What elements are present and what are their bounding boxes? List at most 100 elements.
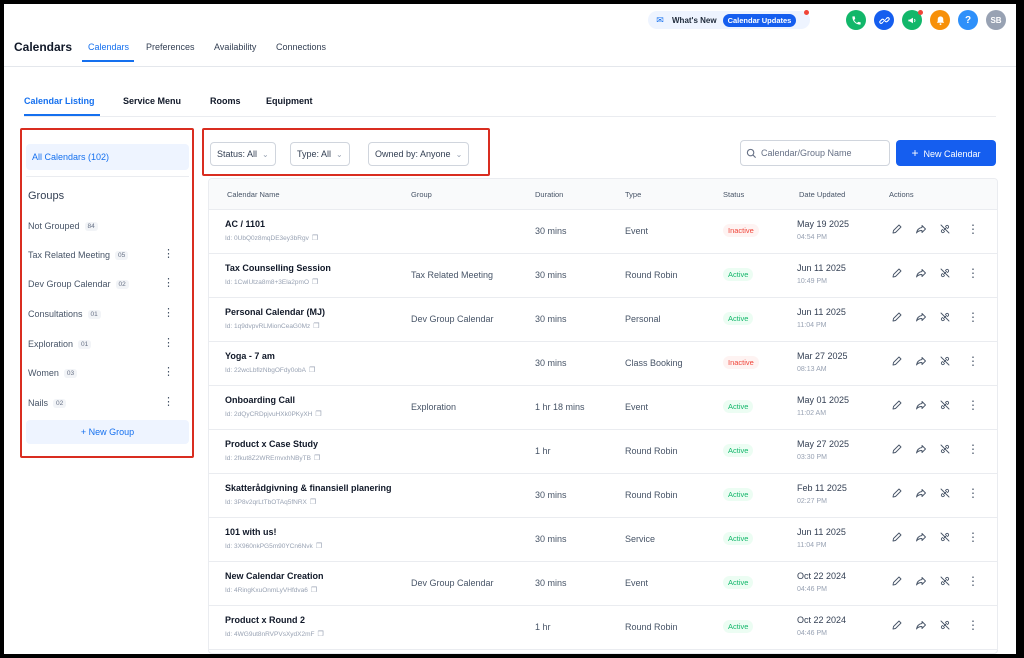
edit-icon[interactable] xyxy=(891,311,903,327)
calendar-name[interactable]: Skatterådgivning & finansiell planering xyxy=(225,483,392,493)
calendar-updates-pill[interactable]: Calendar Updates xyxy=(722,13,797,27)
unlink-icon[interactable] xyxy=(939,267,951,283)
group-item-nails[interactable]: Nails 02 ⋮ xyxy=(28,395,188,411)
owned-by-filter[interactable]: Owned by: Anyone ⌄ xyxy=(368,142,470,166)
unlink-icon[interactable] xyxy=(939,575,951,591)
calendar-name[interactable]: AC / 1101 xyxy=(225,219,265,229)
group-item-dev-group-calendar[interactable]: Dev Group Calendar 02 ⋮ xyxy=(28,276,188,292)
kebab-menu-icon[interactable]: ⋮ xyxy=(967,574,979,588)
table-row[interactable]: Product x Round 2 Id: 4WG9ut8nRVPVsXydX2m… xyxy=(209,605,997,650)
kebab-menu-icon[interactable]: ⋮ xyxy=(967,222,979,236)
kebab-menu-icon[interactable]: ⋮ xyxy=(163,337,174,349)
calendar-name[interactable]: 101 with us! xyxy=(225,527,277,537)
help-icon[interactable]: ? xyxy=(958,10,978,30)
kebab-menu-icon[interactable]: ⋮ xyxy=(967,618,979,632)
edit-icon[interactable] xyxy=(891,267,903,283)
kebab-menu-icon[interactable]: ⋮ xyxy=(967,486,979,500)
share-icon[interactable] xyxy=(915,355,927,371)
kebab-menu-icon[interactable]: ⋮ xyxy=(967,398,979,412)
subtab-calendar-listing[interactable]: Calendar Listing xyxy=(24,96,95,106)
edit-icon[interactable] xyxy=(891,399,903,415)
copy-icon[interactable]: ❐ xyxy=(312,235,318,242)
column-header[interactable]: Calendar Name xyxy=(227,190,280,199)
group-item-tax-related-meeting[interactable]: Tax Related Meeting 05 ⋮ xyxy=(28,247,188,263)
column-header[interactable]: Date Updated xyxy=(799,190,845,199)
column-header[interactable]: Type xyxy=(625,190,641,199)
kebab-menu-icon[interactable]: ⋮ xyxy=(163,396,174,408)
table-row[interactable]: AC / 1101 Id: 0UbQ0z8mqDE3ey3bRgv ❐ 30 mins… xyxy=(209,209,997,254)
table-row[interactable]: Yoga - 7 am Id: 22wcLbflzNbgOFdy0obA ❐ 30 m… xyxy=(209,341,997,386)
copy-icon[interactable]: ❐ xyxy=(313,323,319,330)
table-row[interactable]: Personal Calendar (MJ) Id: 1q9dvpvRLMionC… xyxy=(209,297,997,342)
unlink-icon[interactable] xyxy=(939,487,951,503)
search-input[interactable]: Calendar/Group Name xyxy=(740,140,890,166)
tab-calendars[interactable]: Calendars xyxy=(88,42,129,52)
edit-icon[interactable] xyxy=(891,619,903,635)
calendar-name[interactable]: Product x Case Study xyxy=(225,439,318,449)
calendar-name[interactable]: Yoga - 7 am xyxy=(225,351,275,361)
type-filter[interactable]: Type: All ⌄ xyxy=(290,142,350,166)
bell-icon[interactable] xyxy=(930,10,950,30)
status-filter[interactable]: Status: All ⌄ xyxy=(210,142,276,166)
kebab-menu-icon[interactable]: ⋮ xyxy=(967,354,979,368)
table-row[interactable]: Tax Counselling Session Id: 1CwlUtza8m8+3… xyxy=(209,253,997,298)
group-item-women[interactable]: Women 03 ⋮ xyxy=(28,365,188,381)
share-icon[interactable] xyxy=(915,267,927,283)
column-header[interactable]: Status xyxy=(723,190,744,199)
copy-icon[interactable]: ❐ xyxy=(310,499,316,506)
group-item-not-grouped[interactable]: Not Grouped 84 xyxy=(28,218,188,234)
subtab-equipment[interactable]: Equipment xyxy=(266,96,313,106)
unlink-icon[interactable] xyxy=(939,355,951,371)
avatar[interactable]: SB xyxy=(986,10,1006,30)
kebab-menu-icon[interactable]: ⋮ xyxy=(163,248,174,260)
unlink-icon[interactable] xyxy=(939,223,951,239)
group-item-consultations[interactable]: Consultations 01 ⋮ xyxy=(28,306,188,322)
new-group-button[interactable]: + New Group xyxy=(26,420,189,444)
subtab-service-menu[interactable]: Service Menu xyxy=(123,96,181,106)
copy-icon[interactable]: ❐ xyxy=(311,587,317,594)
kebab-menu-icon[interactable]: ⋮ xyxy=(967,310,979,324)
share-icon[interactable] xyxy=(915,223,927,239)
unlink-icon[interactable] xyxy=(939,399,951,415)
kebab-menu-icon[interactable]: ⋮ xyxy=(163,277,174,289)
edit-icon[interactable] xyxy=(891,531,903,547)
copy-icon[interactable]: ❐ xyxy=(317,631,323,638)
share-icon[interactable] xyxy=(915,399,927,415)
kebab-menu-icon[interactable]: ⋮ xyxy=(163,366,174,378)
phone-icon[interactable] xyxy=(846,10,866,30)
all-calendars-item[interactable]: All Calendars (102) xyxy=(26,144,189,170)
unlink-icon[interactable] xyxy=(939,619,951,635)
share-icon[interactable] xyxy=(915,443,927,459)
edit-icon[interactable] xyxy=(891,487,903,503)
table-row[interactable]: 101 with us! Id: 3X960nkPG5m90YCn6Nvk ❐ 30 … xyxy=(209,517,997,562)
tab-preferences[interactable]: Preferences xyxy=(146,42,195,52)
table-row[interactable]: Skatterådgivning & finansiell planering I… xyxy=(209,473,997,518)
copy-icon[interactable]: ❐ xyxy=(315,411,321,418)
edit-icon[interactable] xyxy=(891,223,903,239)
edit-icon[interactable] xyxy=(891,443,903,459)
share-icon[interactable] xyxy=(915,619,927,635)
unlink-icon[interactable] xyxy=(939,311,951,327)
share-icon[interactable] xyxy=(915,531,927,547)
copy-icon[interactable]: ❐ xyxy=(314,455,320,462)
group-item-exploration[interactable]: Exploration 01 ⋮ xyxy=(28,336,188,352)
kebab-menu-icon[interactable]: ⋮ xyxy=(163,307,174,319)
edit-icon[interactable] xyxy=(891,575,903,591)
unlink-icon[interactable] xyxy=(939,443,951,459)
share-icon[interactable] xyxy=(915,575,927,591)
kebab-menu-icon[interactable]: ⋮ xyxy=(967,266,979,280)
subtab-rooms[interactable]: Rooms xyxy=(210,96,241,106)
new-calendar-button[interactable]: + New Calendar xyxy=(896,140,996,166)
share-icon[interactable] xyxy=(915,311,927,327)
calendar-name[interactable]: Tax Counselling Session xyxy=(225,263,331,273)
tab-connections[interactable]: Connections xyxy=(276,42,326,52)
edit-icon[interactable] xyxy=(891,355,903,371)
share-icon[interactable] xyxy=(915,487,927,503)
table-row[interactable]: Product x Case Study Id: 2fkut8Z2WRErnvxh… xyxy=(209,429,997,474)
copy-icon[interactable]: ❐ xyxy=(312,279,318,286)
calendar-name[interactable]: Personal Calendar (MJ) xyxy=(225,307,325,317)
calendar-name[interactable]: New Calendar Creation xyxy=(225,571,324,581)
copy-icon[interactable]: ❐ xyxy=(309,367,315,374)
column-header[interactable]: Group xyxy=(411,190,432,199)
table-row[interactable]: Onboarding Call Id: 2dQyCRDpjvuHXk0PKyXH ❐… xyxy=(209,385,997,430)
